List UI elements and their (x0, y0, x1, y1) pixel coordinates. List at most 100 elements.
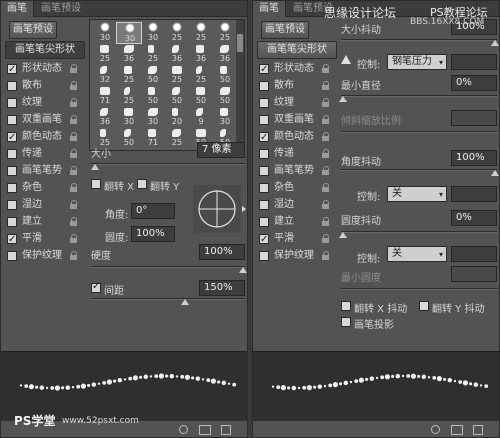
angle-jitter-slider-thumb[interactable] (491, 170, 499, 176)
control-dropdown-roundness[interactable]: 关 ▾ (387, 246, 447, 262)
lock-icon[interactable] (322, 98, 330, 107)
brush-tip-cell[interactable]: 36 (92, 106, 118, 128)
hardness-input[interactable]: 100% (199, 244, 245, 260)
brush-option-item[interactable]: 传递 (257, 146, 337, 162)
widget-arrow-icon[interactable] (242, 206, 246, 212)
flip-y-checkbox[interactable] (137, 179, 147, 189)
brush-option-item[interactable]: 湿边 (257, 197, 337, 213)
brush-tip-cell[interactable]: 30 (212, 106, 238, 128)
brush-option-item[interactable]: 保护纹理 (5, 248, 85, 264)
angle-input[interactable]: 0° (131, 203, 175, 219)
hardness-slider-thumb[interactable] (239, 267, 247, 273)
lock-icon[interactable] (70, 234, 78, 243)
brush-tip-cell[interactable]: 50 (164, 85, 190, 107)
brush-option-item[interactable]: 平滑 (257, 231, 337, 248)
brush-tip-cell[interactable]: 36 (188, 43, 214, 65)
brush-tip-cell[interactable]: 25 (188, 64, 214, 86)
lock-icon[interactable] (322, 183, 330, 192)
control-extra-field[interactable] (451, 186, 497, 202)
brush-tip-cell[interactable]: 9 (188, 106, 214, 128)
lock-icon[interactable] (70, 81, 78, 90)
option-checkbox[interactable] (7, 115, 17, 125)
brush-option-item[interactable]: 保护纹理 (257, 248, 337, 264)
min-roundness-input[interactable] (451, 266, 497, 282)
brush-option-item[interactable]: 纹理 (5, 95, 85, 111)
size-slider-thumb[interactable] (91, 164, 99, 170)
option-checkbox[interactable] (259, 98, 269, 108)
option-checkbox[interactable] (259, 251, 269, 261)
option-checkbox[interactable] (7, 251, 17, 261)
lock-icon[interactable] (322, 166, 330, 175)
brush-option-item[interactable]: 画笔笔势 (257, 163, 337, 179)
size-input[interactable]: 7 像素 (197, 142, 245, 158)
roundness-jitter-slider-track[interactable] (341, 231, 497, 233)
brush-grid-icon[interactable] (451, 425, 463, 435)
option-checkbox[interactable] (259, 130, 269, 146)
control-extra-field[interactable] (451, 246, 497, 262)
brush-tip-cell[interactable]: 25 (164, 127, 190, 149)
lock-icon[interactable] (70, 98, 78, 107)
brush-tip-cell[interactable]: 71 (92, 85, 118, 107)
brush-tip-cell[interactable]: 30 (140, 22, 166, 44)
size-jitter-slider-thumb[interactable] (491, 40, 499, 46)
brush-tip-cell[interactable]: 50 (212, 64, 238, 86)
brush-option-item[interactable]: 湿边 (5, 197, 85, 213)
option-checkbox[interactable] (259, 81, 269, 91)
brush-tip-cell[interactable]: 50 (188, 85, 214, 107)
spacing-slider-thumb[interactable] (181, 299, 189, 305)
brush-presets-button[interactable]: 画笔预设 (9, 21, 57, 39)
option-checkbox[interactable] (7, 98, 17, 108)
brush-option-item[interactable]: 建立 (5, 214, 85, 230)
brush-option-item[interactable]: 传递 (5, 146, 85, 162)
brush-presets-button[interactable]: 画笔预设 (261, 21, 309, 39)
option-checkbox[interactable] (7, 166, 17, 176)
lock-icon[interactable] (322, 149, 330, 158)
lock-icon[interactable] (322, 81, 330, 90)
option-checkbox[interactable] (259, 166, 269, 176)
lock-icon[interactable] (70, 64, 78, 73)
flip-y-jitter-checkbox[interactable] (419, 301, 429, 311)
option-checkbox[interactable] (7, 149, 17, 159)
roundness-jitter-slider-thumb[interactable] (339, 232, 347, 238)
brush-tip-cell[interactable]: 50 (212, 85, 238, 107)
tab-brush[interactable]: 画笔 (1, 1, 34, 17)
flip-x-checkbox[interactable] (91, 179, 101, 189)
control-dropdown-pressure[interactable]: 钢笔压力 ▾ (387, 54, 447, 70)
lock-icon[interactable] (70, 200, 78, 209)
brush-projection-checkbox[interactable] (341, 317, 351, 327)
roundness-input[interactable]: 100% (131, 226, 175, 242)
tilt-scale-slider-track[interactable] (341, 131, 497, 133)
control-dropdown-angle[interactable]: 关 ▾ (387, 186, 447, 202)
lock-icon[interactable] (322, 217, 330, 226)
angle-jitter-slider-track[interactable] (341, 169, 497, 171)
brush-tip-cell[interactable]: 30 (116, 106, 142, 128)
brush-tip-cell[interactable]: 25 (116, 85, 142, 107)
brush-option-item[interactable]: 杂色 (5, 180, 85, 196)
lock-icon[interactable] (70, 166, 78, 175)
option-checkbox[interactable] (7, 217, 17, 227)
hardness-slider-track[interactable] (91, 266, 245, 268)
size-jitter-slider-track[interactable] (341, 39, 497, 41)
option-checkbox[interactable] (7, 232, 17, 248)
brush-option-item[interactable]: 颜色动态 (257, 129, 337, 146)
lock-icon[interactable] (70, 183, 78, 192)
tilt-scale-input[interactable] (451, 110, 497, 126)
option-checkbox[interactable] (259, 62, 269, 78)
brush-tip-cell[interactable]: 30 (116, 22, 142, 44)
min-diameter-slider-track[interactable] (341, 95, 497, 97)
brush-tip-cell[interactable]: 36 (212, 43, 238, 65)
new-preset-icon[interactable] (473, 425, 483, 435)
brush-tip-cell[interactable]: 25 (140, 43, 166, 65)
brush-option-item[interactable]: 建立 (257, 214, 337, 230)
lock-icon[interactable] (322, 64, 330, 73)
option-checkbox[interactable] (259, 183, 269, 193)
brush-tip-cell[interactable]: 25 (188, 22, 214, 44)
tab-brush-presets[interactable]: 画笔预设 (35, 1, 87, 17)
roundness-jitter-input[interactable]: 0% (451, 210, 497, 226)
toggle-bristle-preview-icon[interactable] (179, 425, 188, 434)
option-checkbox[interactable] (259, 232, 269, 248)
control-extra-field[interactable] (451, 54, 497, 70)
brush-tip-cell[interactable]: 20 (164, 106, 190, 128)
brush-option-item[interactable]: 形状动态 (5, 61, 85, 78)
option-checkbox[interactable] (7, 183, 17, 193)
